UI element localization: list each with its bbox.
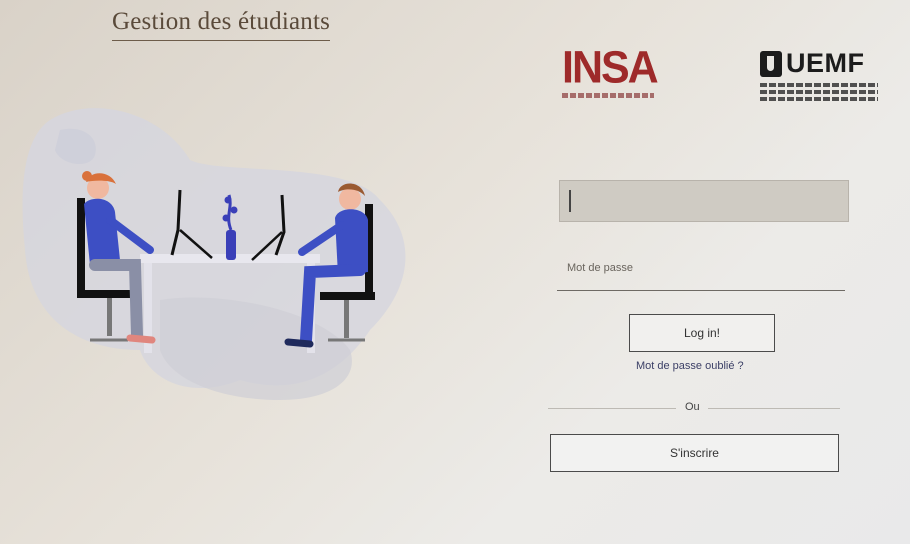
separator-text: Ou <box>685 401 700 413</box>
page-title: Gestion des étudiants <box>112 8 331 41</box>
password-placeholder: Mot de passe <box>567 262 634 274</box>
login-button[interactable]: Log in! <box>629 314 775 352</box>
text-cursor <box>569 190 571 212</box>
password-input[interactable]: Mot de passe <box>557 254 845 291</box>
uemf-logo-subtext <box>760 83 882 101</box>
students-desk-illustration <box>22 108 406 400</box>
insa-logo-subtext <box>562 93 654 98</box>
insa-logo-text: INSA <box>562 42 659 94</box>
forgot-password-link[interactable]: Mot de passe oublié ? <box>636 360 744 372</box>
separator-right-line <box>708 408 840 409</box>
uemf-mark-icon <box>760 50 782 77</box>
username-input[interactable] <box>559 180 849 222</box>
uemf-logo: UEMF <box>760 48 882 120</box>
register-button[interactable]: S'inscrire <box>550 434 839 472</box>
uemf-logo-text: UEMF <box>786 48 865 78</box>
insa-logo: INSA <box>562 42 659 104</box>
separator-left-line <box>548 408 676 409</box>
